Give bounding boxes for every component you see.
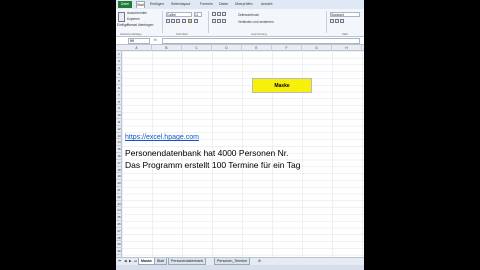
wrap-text-button[interactable]: Zeilenumbruch [238, 13, 259, 17]
first-sheet-icon[interactable]: ⏮ [118, 259, 121, 263]
ribbon-separator [162, 11, 163, 33]
italic-icon[interactable] [171, 19, 175, 23]
sheet-tab-bar: ⏮ ◀ ▶ ⏭ Maske Blatt Personendatenbank Pe… [116, 257, 364, 265]
name-box[interactable]: N9 [128, 38, 150, 44]
percent-icon[interactable] [335, 19, 339, 23]
font-size-select[interactable]: 11 [194, 12, 202, 17]
info-line-2: Das Programm erstellt 100 Termine für ei… [125, 160, 301, 170]
align-right-icon[interactable] [222, 19, 226, 23]
sheet-tab-maske[interactable]: Maske [138, 258, 155, 265]
copy-button[interactable]: Kopieren [127, 17, 140, 21]
currency-icon[interactable] [330, 19, 334, 23]
excel-window: Datei Start Einfügen Seitenlayout Formel… [116, 0, 364, 270]
ribbon: Einfügen Ausschneiden Kopieren Format üb… [116, 9, 364, 37]
tab-start[interactable]: Start [136, 1, 146, 8]
ribbon-separator [326, 11, 327, 33]
number-format-select[interactable]: Standard [330, 12, 360, 17]
tab-file[interactable]: Datei [118, 1, 132, 8]
number-group-label: Zahl [342, 32, 348, 36]
alignment-group-label: Ausrichtung [251, 32, 267, 36]
cut-button[interactable]: Ausschneiden [127, 11, 147, 15]
font-name-select[interactable]: Calibri [166, 12, 192, 17]
formula-input[interactable] [162, 38, 360, 44]
thousands-icon[interactable] [340, 19, 344, 23]
sheet-tab-personendatenbank[interactable]: Personendatenbank [168, 258, 207, 265]
fill-color-icon[interactable] [188, 19, 192, 23]
maske-button[interactable]: Maske [252, 78, 312, 93]
worksheet-grid[interactable]: ABCDEFGH 1 2 3 4 5 6 7 8 9 10 11 12 13 14 15 16 17 18 19 20… [116, 45, 364, 257]
formula-bar: N9 fx [116, 37, 364, 45]
border-icon[interactable] [182, 19, 186, 23]
clipboard-group-label: Zwischenablage [120, 32, 142, 36]
align-top-icon[interactable] [212, 12, 216, 16]
align-middle-icon[interactable] [217, 12, 221, 16]
font-color-icon[interactable] [194, 19, 198, 23]
ribbon-separator [208, 11, 209, 33]
sheet-tab-blatt[interactable]: Blatt [154, 258, 168, 265]
tab-formulas[interactable]: Formeln [200, 1, 213, 8]
paste-icon[interactable] [118, 12, 125, 22]
tab-page-layout[interactable]: Seitenlayout [171, 1, 190, 8]
last-sheet-icon[interactable]: ⏭ [134, 259, 137, 263]
align-center-icon[interactable] [217, 19, 221, 23]
status-bar [116, 265, 364, 270]
tab-insert[interactable]: Einfügen [150, 1, 164, 8]
font-group-label: Schriftart [176, 32, 189, 36]
bold-icon[interactable] [166, 19, 170, 23]
info-line-1: Personendatenbank hat 4000 Personen Nr. [125, 148, 289, 158]
tab-data[interactable]: Daten [219, 1, 228, 8]
next-sheet-icon[interactable]: ▶ [129, 259, 132, 263]
new-sheet-icon[interactable]: ⊞ [258, 259, 261, 263]
sheet-tab-personen-termine[interactable]: Personen_Termine [214, 258, 251, 265]
website-link[interactable]: https://excel.hpage.com [125, 134, 199, 141]
underline-icon[interactable] [176, 19, 180, 23]
format-painter-button[interactable]: Format übertragen [127, 23, 153, 27]
align-bottom-icon[interactable] [222, 12, 226, 16]
merge-center-button[interactable]: Verbinden und zentrieren [238, 20, 274, 24]
align-left-icon[interactable] [212, 19, 216, 23]
ribbon-tab-bar: Datei Start Einfügen Seitenlayout Formel… [116, 0, 364, 9]
prev-sheet-icon[interactable]: ◀ [124, 259, 127, 263]
tab-view[interactable]: Ansicht [261, 1, 272, 8]
fx-icon[interactable]: fx [154, 38, 157, 42]
tab-review[interactable]: Überprüfen [235, 1, 253, 8]
